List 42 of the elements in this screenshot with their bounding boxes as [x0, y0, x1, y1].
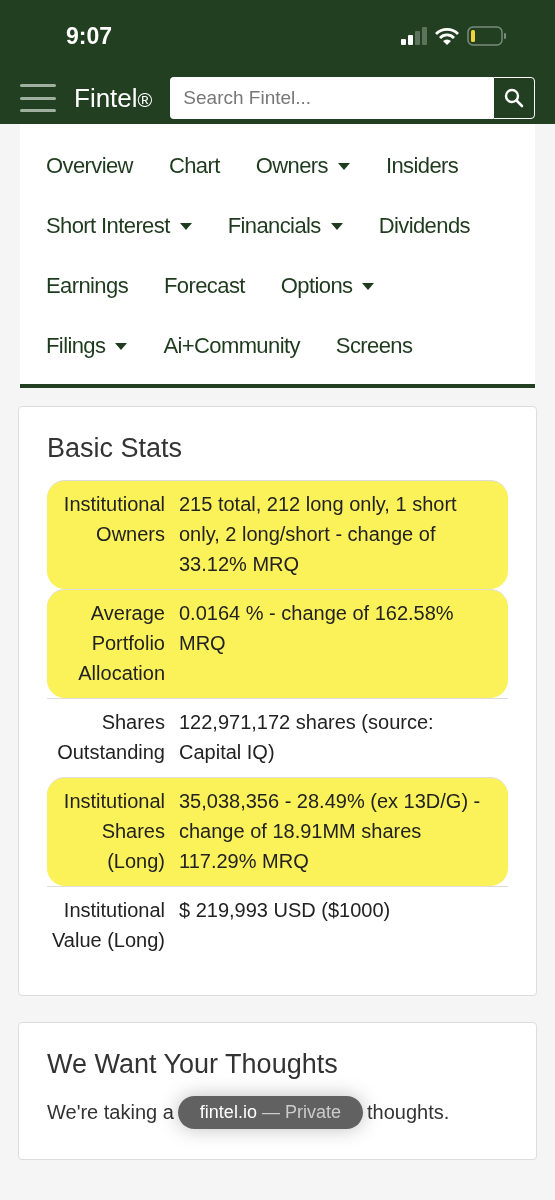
nav-link[interactable]: Financials: [227, 213, 343, 239]
nav-link[interactable]: Forecast: [164, 273, 245, 299]
nav-link[interactable]: Short Interest: [46, 213, 192, 239]
stat-label: Institutional Owners: [62, 492, 165, 547]
nav-link[interactable]: Dividends: [378, 213, 470, 239]
caret-icon: [115, 342, 128, 350]
stat-value: 35,038,356 - 28.49% (ex 13D/G) - change of 18.91MM shares 117.29% MRQ: [179, 789, 482, 874]
intro-text: thoughts.: [366, 1101, 450, 1124]
battery-icon: [467, 26, 507, 46]
nav-link[interactable]: Insiders: [385, 153, 459, 179]
intro-text: We're taking a: [47, 1101, 174, 1124]
caret-icon: [362, 282, 375, 290]
nav-link[interactable]: Overview: [46, 153, 133, 179]
stat-label: Institutional Value (Long): [50, 898, 165, 953]
nav-link[interactable]: Owners: [255, 153, 350, 179]
brand-logo[interactable]: Fintel®: [74, 82, 153, 114]
site-toast: fintel.io — Private: [177, 1096, 363, 1129]
search-button[interactable]: [493, 77, 535, 119]
stat-label: Institutional Shares (Long): [62, 789, 165, 874]
caret-icon: [330, 222, 343, 230]
nav-link[interactable]: Screens: [335, 333, 413, 359]
search-field[interactable]: Search Fintel...: [170, 77, 493, 119]
stat-label: Average Portfolio Allocation: [77, 601, 165, 686]
nav-link[interactable]: Chart: [168, 153, 220, 179]
stat-value: $ 219,993 USD ($1000): [179, 898, 392, 923]
stat-value: 215 total, 212 long only, 1 short only, 2 long/short - change of 33.12% MRQ: [179, 492, 458, 577]
stat-label: Shares Outstanding: [56, 710, 165, 765]
nav-link[interactable]: Filings: [46, 333, 128, 359]
status-time: 9:07: [66, 22, 113, 50]
card-title: We Want Your Thoughts: [47, 1049, 339, 1080]
stat-value: 0.0164 % - change of 162.58% MRQ: [179, 601, 455, 656]
menu-button[interactable]: [20, 84, 56, 112]
stat-value: 122,971,172 shares (source: Capital IQ): [179, 710, 435, 765]
nav-link[interactable]: Ai+Community: [163, 333, 300, 359]
signal-icon: [401, 27, 427, 45]
search-icon: [504, 88, 524, 108]
caret-icon: [337, 162, 350, 170]
wifi-icon: [435, 27, 459, 45]
nav-link[interactable]: Options: [280, 273, 375, 299]
card-title: Basic Stats: [47, 433, 184, 464]
caret-icon: [179, 222, 192, 230]
nav-link[interactable]: Earnings: [46, 273, 129, 299]
